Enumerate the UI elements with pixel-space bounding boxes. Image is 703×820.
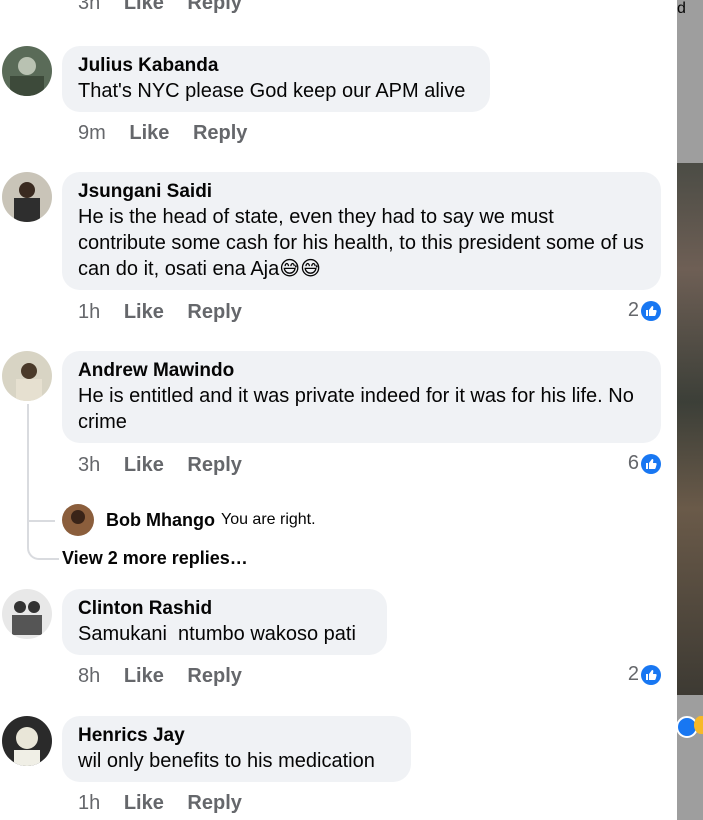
comment-author[interactable]: Andrew Mawindo bbox=[78, 359, 645, 383]
background-photo bbox=[677, 163, 703, 695]
reply-preview[interactable]: Bob Mhango You are right. bbox=[62, 504, 316, 536]
comment-actions-top: 3h Like Reply bbox=[78, 0, 260, 15]
reply-button[interactable]: Reply bbox=[187, 792, 241, 814]
thread-line bbox=[27, 404, 59, 560]
reply-text: You are right. bbox=[220, 511, 316, 528]
comment-text: He is entitled and it was private indeed… bbox=[78, 385, 634, 433]
comment-bubble: Andrew Mawindo He is entitled and it was… bbox=[62, 351, 661, 443]
reaction-count-value: 6 bbox=[627, 452, 639, 474]
avatar[interactable] bbox=[2, 46, 52, 96]
background-text-fragment: d bbox=[677, 0, 686, 17]
like-button[interactable]: Like bbox=[124, 0, 164, 14]
reply-button[interactable]: Reply bbox=[187, 0, 241, 14]
like-button[interactable]: Like bbox=[124, 454, 164, 476]
like-button[interactable]: Like bbox=[124, 665, 164, 687]
reaction-count-value: 2 bbox=[627, 663, 639, 685]
avatar[interactable] bbox=[2, 351, 52, 401]
comment-text: That's NYC please God keep our APM alive bbox=[78, 80, 466, 102]
comment-bubble: Jsungani Saidi He is the head of state, … bbox=[62, 172, 661, 290]
comment-actions: 8h Like Reply bbox=[78, 665, 260, 688]
comment-time: 9m bbox=[78, 122, 106, 144]
comment-author[interactable]: Henrics Jay bbox=[78, 724, 395, 748]
reaction-count[interactable]: 2 bbox=[628, 299, 661, 322]
avatar[interactable] bbox=[2, 716, 52, 766]
reply-author[interactable]: Bob Mhango bbox=[106, 510, 215, 531]
comment-bubble: Julius Kabanda That's NYC please God kee… bbox=[62, 46, 490, 112]
like-button[interactable]: Like bbox=[129, 122, 169, 144]
comment-bubble: Clinton Rashid Samukani ntumbo wakoso pa… bbox=[62, 589, 387, 655]
reply-button[interactable]: Reply bbox=[193, 122, 247, 144]
comment-actions: 3h Like Reply bbox=[78, 454, 260, 477]
reaction-count[interactable]: 6 bbox=[628, 452, 661, 475]
reply-button[interactable]: Reply bbox=[187, 454, 241, 476]
comment-bubble: Henrics Jay wil only benefits to his med… bbox=[62, 716, 411, 782]
reply-button[interactable]: Reply bbox=[187, 665, 241, 687]
comment-text: wil only benefits to his medication bbox=[78, 750, 375, 772]
comment-time: 8h bbox=[78, 665, 101, 687]
reply-button[interactable]: Reply bbox=[187, 301, 241, 323]
comment-time: 1h bbox=[78, 301, 101, 323]
background-haha-icon bbox=[694, 716, 703, 734]
reaction-count[interactable]: 2 bbox=[628, 663, 661, 686]
comment-text: Samukani ntumbo wakoso pati bbox=[78, 623, 356, 645]
comments-panel: 3h Like Reply Julius Kabanda That's NYC … bbox=[0, 0, 677, 820]
like-reaction-icon bbox=[641, 453, 661, 474]
avatar[interactable] bbox=[2, 589, 52, 639]
comment-time: 1h bbox=[78, 792, 101, 814]
reaction-count-value: 2 bbox=[627, 299, 639, 321]
comment-time: 3h bbox=[78, 454, 101, 476]
like-button[interactable]: Like bbox=[124, 301, 164, 323]
comment-time: 3h bbox=[78, 0, 101, 14]
comment-actions: 9m Like Reply bbox=[78, 122, 265, 145]
like-reaction-icon bbox=[641, 300, 661, 321]
comment-text: He is the head of state, even they had t… bbox=[78, 206, 644, 280]
like-button[interactable]: Like bbox=[124, 792, 164, 814]
comment-author[interactable]: Clinton Rashid bbox=[78, 597, 371, 621]
view-more-replies-link[interactable]: View 2 more replies… bbox=[62, 548, 248, 569]
comment-actions: 1h Like Reply bbox=[78, 301, 260, 324]
comment-author[interactable]: Julius Kabanda bbox=[78, 54, 474, 78]
avatar[interactable] bbox=[2, 172, 52, 222]
comment-actions: 1h Like Reply bbox=[78, 792, 260, 815]
avatar[interactable] bbox=[62, 504, 94, 536]
comment-author[interactable]: Jsungani Saidi bbox=[78, 180, 645, 204]
thread-branch bbox=[27, 496, 55, 522]
like-reaction-icon bbox=[641, 664, 661, 685]
background-page-edge bbox=[677, 0, 703, 820]
